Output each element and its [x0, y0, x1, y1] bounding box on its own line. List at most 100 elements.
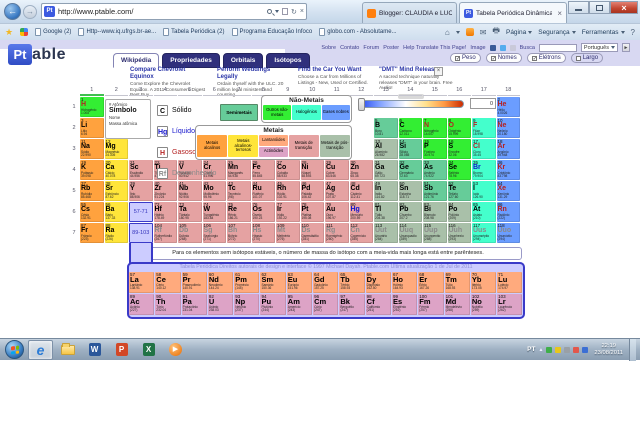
element-In[interactable]: 49 In Índio 114.82 [374, 181, 398, 201]
element-Hs[interactable]: 108 Hs Hássio (270) [251, 223, 275, 243]
search-dropdown-icon[interactable] [275, 10, 280, 13]
element-Tc[interactable]: 43 Tc Tecnécio (98) [227, 181, 251, 201]
compatibility-view-icon[interactable] [282, 8, 289, 15]
taskbar-clock[interactable]: 22:19 23/08/2011 [594, 343, 623, 356]
element-Pd[interactable]: 46 Pd Paládio 106.42 [300, 181, 324, 201]
mail-icon[interactable]: ✉ [480, 28, 487, 37]
back-button[interactable]: ← [4, 3, 21, 20]
tab-wikipédia[interactable]: Wikipédia [113, 53, 160, 68]
element-As[interactable]: 33 As Arsênio 74.922 [423, 160, 447, 180]
menu-ferramentas[interactable]: Ferramentas [582, 29, 625, 36]
element-U[interactable]: 92 U Urânio 238.03 [207, 294, 234, 315]
language-select[interactable]: Português [580, 43, 618, 52]
temperature-slider[interactable] [358, 98, 464, 111]
forward-button[interactable]: → [23, 5, 37, 19]
group-label-4[interactable]: 4 [153, 86, 177, 96]
element-Ds[interactable]: 110 Ds Darmstádtio (281) [300, 223, 324, 243]
element-Lu[interactable]: 71 Lu Lutécio 174.97 [497, 272, 523, 293]
period-label-5[interactable]: 5 [70, 181, 78, 201]
element-Sr[interactable]: 38 Sr Estrôncio 87.62 [104, 181, 128, 201]
element-Uuh[interactable]: 116 Uuh Ununhexio (293) [447, 223, 471, 243]
element-Se[interactable]: 34 Se Selênio 78.96 [447, 160, 471, 180]
element-Pt[interactable]: 78 Pt Platina 195.08 [300, 202, 324, 222]
start-button[interactable] [5, 340, 24, 359]
element-Cu[interactable]: 29 Cu Cobre 63.546 [325, 160, 349, 180]
facebook-icon[interactable] [489, 44, 496, 51]
group-label-16[interactable]: 16 [447, 86, 471, 96]
element-Li[interactable]: 3 Li Lítio 6.94 [80, 118, 104, 138]
element-Sg[interactable]: 106 Sg Seabórgio (271) [202, 223, 226, 243]
element-C[interactable]: 6 C Carbono 12.011 [398, 118, 422, 138]
element-Ba[interactable]: 56 Ba Bário 137.33 [104, 202, 128, 222]
element-Ir[interactable]: 77 Ir Irídio 192.22 [276, 202, 300, 222]
element-F[interactable]: 9 F Flúor 18.998 [472, 118, 496, 138]
element-S[interactable]: 16 S Enxofre 32.06 [447, 139, 471, 159]
element-Yb[interactable]: 70 Yb Itérbio 173.05 [470, 272, 497, 293]
browser-tab-ptable[interactable]: Pt Tabela Periódica Dinâmica × [459, 2, 567, 24]
stop-icon[interactable]: × [300, 8, 304, 15]
favorite-link[interactable]: Programa Educação Infoco [231, 28, 312, 36]
element-W[interactable]: 74 W Tungstênio 183.84 [202, 202, 226, 222]
element-B[interactable]: 5 B Boro 10.81 [374, 118, 398, 138]
element-Ca[interactable]: 20 Ca Cálcio 40.078 [104, 160, 128, 180]
element-Xe[interactable]: 54 Xe Xenônio 131.29 [496, 181, 520, 201]
nav-link-forum[interactable]: Forum [363, 45, 379, 51]
element-Ta[interactable]: 73 Ta Tântalo 180.95 [178, 202, 202, 222]
browser-tab-blogger[interactable]: Blogger: CLÁUDIA e LUCIANE ... [362, 2, 457, 23]
tray-shield-icon[interactable] [555, 346, 562, 353]
element-Co[interactable]: 27 Co Cobalto 58.933 [276, 160, 300, 180]
element-Mt[interactable]: 109 Mt Meitnério (276) [276, 223, 300, 243]
element-Am[interactable]: 95 Am Amerício (243) [286, 294, 313, 315]
element-Gd[interactable]: 64 Gd Gadolínio 157.25 [313, 272, 339, 293]
element-Ac[interactable]: 89 Ac Actínio (227) [129, 294, 155, 315]
element-Po[interactable]: 84 Po Polônio (209) [447, 202, 471, 222]
favorite-link[interactable]: Tabela Periódica (2) [163, 28, 225, 36]
element-Y[interactable]: 39 Y Ítrio 88.906 [129, 181, 153, 201]
element-Si[interactable]: 14 Si Silício 28.085 [398, 139, 422, 159]
tray-antivirus-icon[interactable] [546, 346, 553, 353]
group-label-14[interactable]: 14 [398, 86, 422, 96]
element-Tm[interactable]: 69 Tm Túlio 168.93 [444, 272, 470, 293]
home-dropdown-icon[interactable] [455, 30, 460, 34]
menu-segurança[interactable]: Segurança [538, 29, 576, 36]
element-Rg[interactable]: 111 Rg Roentgênio (280) [325, 223, 349, 243]
temperature-input[interactable]: 0 [470, 98, 496, 109]
element-Bi[interactable]: 83 Bi Bismuto 208.98 [423, 202, 447, 222]
favorite-link[interactable]: globo.com - Absolutame... [319, 28, 397, 36]
element-Cl[interactable]: 17 Cl Cloro 35.45 [472, 139, 496, 159]
element-Mg[interactable]: 12 Mg Magnésio 24.305 [104, 139, 128, 159]
period-label-6[interactable]: 6 [70, 202, 78, 222]
element-Na[interactable]: 11 Na Sódio 22.990 [80, 139, 104, 159]
legend-transition[interactable]: Metais de transição [288, 135, 319, 157]
tab-isótopos[interactable]: Isótopos [266, 53, 310, 68]
element-Uuq[interactable]: 114 Uuq Ununquadio (289) [398, 223, 422, 243]
legend-noble-gases[interactable]: Gases nobres [321, 105, 350, 120]
element-Tb[interactable]: 65 Tb Térbio 158.93 [339, 272, 365, 293]
element-Pb[interactable]: 82 Pb Chumbo 207.2 [398, 202, 422, 222]
element-Ar[interactable]: 18 Ar Argônio 39.948 [496, 139, 520, 159]
element-Rn[interactable]: 86 Rn Radônio (222) [496, 202, 520, 222]
element-Cm[interactable]: 96 Cm Cúrio (247) [313, 294, 339, 315]
element-Re[interactable]: 75 Re Rênio 186.21 [227, 202, 251, 222]
minimize-button[interactable] [568, 1, 589, 14]
legend-alkaline-earth[interactable]: Metais alcalinos-terrosos [228, 135, 259, 157]
element-N[interactable]: 7 N Nitrogênio 14.007 [423, 118, 447, 138]
element-Mo[interactable]: 42 Mo Molibdênio 95.96 [202, 181, 226, 201]
element-Rf[interactable]: 104 Rf Rutherfórdio (267) [153, 223, 177, 243]
element-Cd[interactable]: 48 Cd Cádmio 112.41 [349, 181, 373, 201]
period-label-3[interactable]: 3 [70, 139, 78, 159]
element-Ge[interactable]: 32 Ge Germânio 72.63 [398, 160, 422, 180]
actinide-placeholder[interactable]: 89-103 [129, 223, 153, 243]
legend-actinoids[interactable]: Actinóides [259, 146, 288, 157]
nav-link-help-translate-this-page-[interactable]: Help Translate This Page! [403, 45, 466, 51]
group-label-15[interactable]: 15 [423, 86, 447, 96]
element-Ga[interactable]: 31 Ga Gálio 69.723 [374, 160, 398, 180]
element-Pa[interactable]: 91 Pa Protactínio 231.04 [181, 294, 207, 315]
element-Db[interactable]: 105 Db Dúbnio (268) [178, 223, 202, 243]
element-Kr[interactable]: 36 Kr Criptônio 83.798 [496, 160, 520, 180]
close-button[interactable]: × [610, 1, 638, 14]
period-label-4[interactable]: 4 [70, 160, 78, 180]
element-Sb[interactable]: 51 Sb Antimônio 121.76 [423, 181, 447, 201]
toggle-elétrons[interactable]: ✓ Elétrons [526, 53, 566, 63]
print-icon[interactable]: 🖶 [492, 25, 500, 39]
